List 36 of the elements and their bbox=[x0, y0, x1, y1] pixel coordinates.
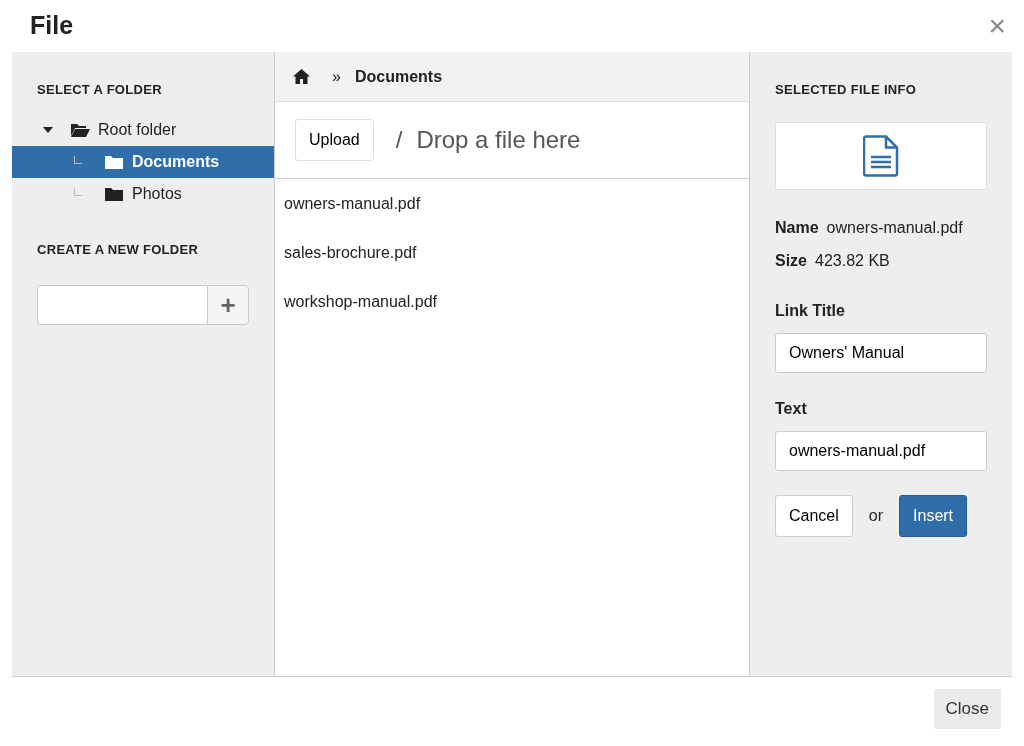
section-heading: SELECTED FILE INFO bbox=[775, 81, 918, 99]
field-value: 423.82 KB bbox=[815, 250, 890, 271]
breadcrumb-separator: » bbox=[332, 66, 341, 87]
caret-icon[interactable] bbox=[42, 126, 54, 135]
folder-tree-item[interactable]: Root folder bbox=[12, 113, 274, 146]
cancel-button[interactable]: Cancel bbox=[775, 494, 853, 537]
field-label: Link Title bbox=[775, 300, 846, 321]
folder-icon bbox=[70, 121, 90, 138]
folder-tree-item[interactable]: Photos bbox=[12, 177, 274, 210]
add-folder-button[interactable]: + bbox=[207, 285, 249, 325]
section-heading: CREATE A NEW FOLDER bbox=[36, 240, 200, 259]
text-field[interactable]: Owners' Manual bbox=[775, 332, 987, 373]
close-button[interactable]: × bbox=[982, 11, 1012, 41]
close-button[interactable]: Close bbox=[933, 689, 1001, 729]
breadcrumb-current: Documents bbox=[354, 66, 443, 87]
folder-icon bbox=[104, 153, 124, 170]
drop-zone-text: Drop a file here bbox=[416, 125, 581, 155]
dialog-title: File bbox=[30, 10, 74, 42]
upload-button[interactable]: Upload bbox=[295, 119, 374, 161]
field-label: Text bbox=[775, 398, 808, 419]
drop-separator: / bbox=[395, 125, 403, 155]
file-list-item[interactable]: workshop-manual.pdf bbox=[275, 277, 749, 326]
text-field[interactable]: owners-manual.pdf bbox=[775, 430, 987, 471]
or-text: or bbox=[868, 505, 884, 526]
insert-button[interactable]: Insert bbox=[899, 494, 968, 537]
file-list-item[interactable]: sales-brochure.pdf bbox=[275, 228, 749, 277]
folder-icon bbox=[104, 185, 124, 202]
folder-name-field[interactable] bbox=[37, 285, 207, 325]
file-list-item[interactable]: owners-manual.pdf bbox=[275, 179, 749, 228]
field-value: owners-manual.pdf bbox=[826, 217, 963, 238]
home-icon[interactable] bbox=[293, 69, 310, 84]
field-label: Name bbox=[775, 217, 819, 238]
document-icon bbox=[863, 134, 899, 177]
field-label: Size bbox=[775, 250, 807, 271]
section-heading: SELECT A FOLDER bbox=[36, 81, 163, 99]
folder-tree-item[interactable]: Documents bbox=[12, 145, 274, 178]
